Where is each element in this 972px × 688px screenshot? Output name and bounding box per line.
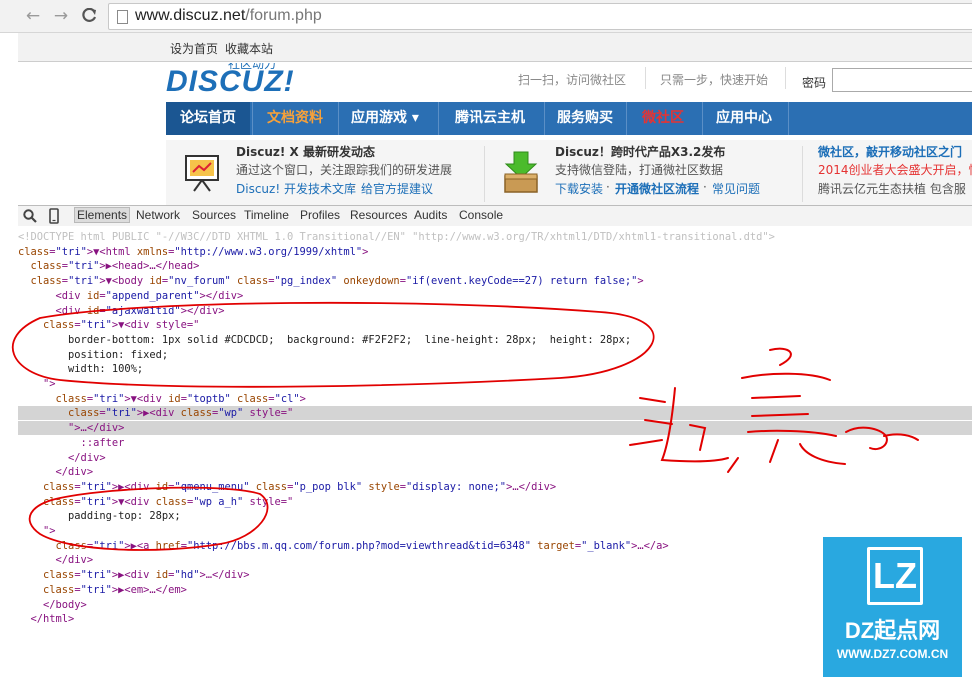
nav-tencent-cloud[interactable]: 腾讯云主机 <box>440 102 540 135</box>
quick-start-tip[interactable]: 只需一步，快速开始 <box>660 71 768 88</box>
promo-text-cloud[interactable]: 腾讯云亿元生态扶植 包含服 <box>818 180 966 197</box>
top-toolbar: 设为首页 收藏本站 <box>18 33 972 62</box>
dom-tree-line[interactable]: width: 100%; <box>18 362 972 376</box>
dev-docs-link[interactable]: Discuz! 开发技术文库 <box>236 180 356 197</box>
divider <box>785 67 786 89</box>
dom-tree-line[interactable]: ::after <box>18 436 972 450</box>
nav-divider <box>338 102 339 135</box>
promo-divider <box>484 146 485 202</box>
dot-separator: · <box>352 180 356 194</box>
dom-tree-line[interactable]: border-bottom: 1px solid #CDCDCD; backgr… <box>18 333 972 347</box>
divider <box>645 67 646 89</box>
watermark-name: DZ起点网 <box>844 618 941 643</box>
dot-separator: · <box>606 180 610 194</box>
dom-tree-line[interactable]: class="tri">▼<div class="wp a_h" style=" <box>18 495 972 509</box>
promo-panel: Discuz! X 最新研发动态 通过这个窗口，关注跟踪我们的研发进展 Disc… <box>166 140 972 205</box>
nav-micro-community[interactable]: 微社区 <box>628 102 698 135</box>
devtools-toolbar: Elements Network Sources Timeline Profil… <box>18 205 972 227</box>
promo-text-dev: 通过这个窗口，关注跟踪我们的研发进展 <box>236 163 453 177</box>
nav-apps-games[interactable]: 应用游戏 ▾ <box>340 102 430 135</box>
mobile-device-icon[interactable] <box>46 208 62 224</box>
tab-profiles[interactable]: Profiles <box>300 208 340 222</box>
nav-divider <box>438 102 439 135</box>
tab-audits[interactable]: Audits <box>414 208 447 222</box>
faq-link[interactable]: 常见问题 <box>712 180 760 197</box>
nav-app-center[interactable]: 应用中心 <box>704 102 784 135</box>
tab-network[interactable]: Network <box>136 208 180 222</box>
nav-divider <box>252 102 253 135</box>
dom-tree-line[interactable]: class="tri">▶<div id="qmenu_menu" class=… <box>18 480 972 494</box>
reload-icon[interactable] <box>78 5 100 27</box>
nav-forum-home[interactable]: 论坛首页 <box>166 102 250 135</box>
dot-separator: · <box>703 180 707 194</box>
password-input[interactable] <box>832 68 972 92</box>
dom-tree-line[interactable]: "> <box>18 377 972 391</box>
promo-title-x32[interactable]: Discuz！跨时代产品X3.2发布 <box>555 143 725 160</box>
tab-console[interactable]: Console <box>459 208 503 222</box>
suggest-link[interactable]: 给官方提建议 <box>361 180 433 197</box>
dz7-watermark: LZ DZ起点网 WWW.DZ7.COM.CN <box>823 537 962 677</box>
tab-timeline[interactable]: Timeline <box>244 208 289 222</box>
tab-sources[interactable]: Sources <box>192 208 236 222</box>
dom-tree-line[interactable]: <div id="append_parent"></div> <box>18 289 972 303</box>
nav-docs[interactable]: 文档资料 <box>254 102 336 135</box>
web-page: 设为首页 收藏本站 社区动力 DISCUZ! 扫一扫，访问微社区 只需一步，快速… <box>0 33 972 205</box>
scan-tip[interactable]: 扫一扫，访问微社区 <box>518 71 626 88</box>
dom-tree-line[interactable]: class="tri">▼<body id="nv_forum" class="… <box>18 274 972 288</box>
promo-text-x32: 支持微信登陆，打通微社区数据 <box>555 163 724 177</box>
browser-toolbar: ← → www.discuz.net/forum.php <box>0 0 972 33</box>
dom-tree-line[interactable]: </div> <box>18 451 972 465</box>
discuz-logo[interactable]: 社区动力 DISCUZ! <box>166 63 306 97</box>
watermark-url: WWW.DZ7.COM.CN <box>836 647 949 661</box>
forward-arrow-icon[interactable]: → <box>50 5 72 27</box>
address-bar[interactable]: www.discuz.net/forum.php <box>108 3 972 30</box>
dom-tree-line[interactable]: class="tri">▶<head>…</head> <box>18 259 972 273</box>
download-box-icon <box>504 151 538 193</box>
bookmark-site-link[interactable]: 收藏本站 <box>225 40 273 57</box>
nav-divider <box>788 102 789 135</box>
nav-divider <box>702 102 703 135</box>
set-homepage-link[interactable]: 设为首页 <box>170 40 218 57</box>
dom-tree-line[interactable]: position: fixed; <box>18 348 972 362</box>
dom-tree-line[interactable]: <!DOCTYPE html PUBLIC "-//W3C//DTD XHTML… <box>18 230 972 244</box>
dom-tree-line[interactable]: class="tri">▼<div id="toptb" class="cl"> <box>18 392 972 406</box>
promo-title-micro[interactable]: 微社区，敲开移动社区之门 <box>818 143 962 160</box>
promo-red-news[interactable]: 2014创业者大会盛大开启，快 <box>818 161 972 178</box>
dom-tree-line[interactable]: <div id="ajaxwaitid"></div> <box>18 304 972 318</box>
main-nav: 论坛首页 文档资料 应用游戏 ▾ 腾讯云主机 服务购买 微社区 应用中心 <box>166 102 972 135</box>
dom-tree-line[interactable]: ">…</div> <box>18 421 972 436</box>
dom-tree-line[interactable]: class="tri">▶<div class="wp" style=" <box>18 406 972 421</box>
nav-divider <box>544 102 545 135</box>
nav-purchase[interactable]: 服务购买 <box>546 102 624 135</box>
promo-title-dev[interactable]: Discuz! X 最新研发动态 <box>236 143 375 160</box>
download-install-link[interactable]: 下载安装 <box>555 180 603 197</box>
nav-divider <box>626 102 627 135</box>
dom-tree-line[interactable]: padding-top: 28px; <box>18 509 972 523</box>
dom-tree-line[interactable]: </div> <box>18 465 972 479</box>
presentation-board-icon <box>185 155 219 192</box>
tab-resources[interactable]: Resources <box>350 208 407 222</box>
open-micro-community-link[interactable]: 开通微社区流程 <box>615 180 699 197</box>
tab-elements[interactable]: Elements <box>74 207 131 223</box>
password-label: 密码 <box>802 76 827 90</box>
page-icon <box>117 10 128 24</box>
back-arrow-icon[interactable]: ← <box>22 5 44 27</box>
dom-tree-line[interactable]: "> <box>18 524 972 538</box>
promo-divider <box>802 146 803 202</box>
magnifier-icon[interactable] <box>22 208 38 224</box>
dom-tree-line[interactable]: class="tri">▼<div style=" <box>18 318 972 332</box>
url-text: www.discuz.net/forum.php <box>135 7 322 24</box>
lz-logo: LZ <box>867 547 923 605</box>
dom-tree-line[interactable]: class="tri">▼<html xmlns="http://www.w3.… <box>18 245 972 259</box>
